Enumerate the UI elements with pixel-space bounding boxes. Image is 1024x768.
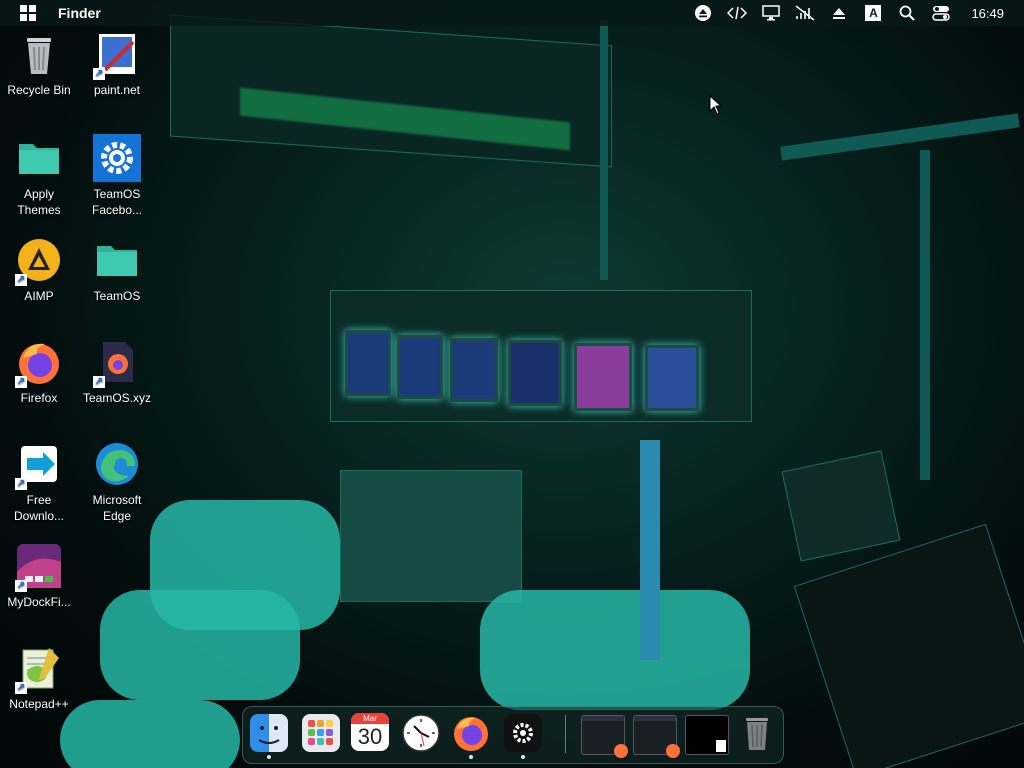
desktop-icon-label: Microsoft Edge [92, 493, 142, 523]
aimp-icon: ↗ [15, 236, 63, 286]
firefox-icon[interactable] [451, 713, 491, 759]
window-thumbnail-1[interactable] [581, 715, 628, 758]
desktop-icon-firefox[interactable]: ↗ Firefox [2, 338, 76, 406]
desktop-icon-free-download[interactable]: ↗ Free Downlo... [2, 440, 76, 524]
shortcut-arrow-icon: ↗ [15, 376, 27, 388]
shortcut-arrow-icon: ↗ [15, 580, 27, 592]
desktop-icon-label: MyDockFi... [7, 595, 71, 609]
shortcut-arrow-icon: ↗ [93, 68, 105, 80]
desktop-icon-label: AIMP [24, 289, 54, 303]
desktop-icon-aimp[interactable]: ↗ AIMP [2, 236, 76, 304]
mydockfinder-icon: ↗ [15, 542, 63, 592]
firefox-icon: ↗ [15, 338, 63, 388]
desktop-icon-mydockfinder[interactable]: ↗ MyDockFi... [2, 542, 76, 610]
keyboard-layout-icon[interactable]: A [863, 3, 883, 23]
window-thumbnail-3[interactable] [685, 715, 729, 755]
desktop-icon-label: TeamOS Facebo... [91, 187, 143, 217]
menu-bar: Finder A 16:49 [0, 0, 1024, 26]
settings-gear-icon [93, 134, 141, 182]
document-badge-icon [716, 740, 726, 752]
windows-logo-icon[interactable] [20, 5, 36, 21]
folder-icon [15, 134, 63, 182]
firefox-badge-icon [614, 744, 628, 758]
running-indicator [469, 755, 473, 759]
running-indicator [267, 755, 271, 759]
upload-icon[interactable] [829, 3, 849, 23]
desktop-icon-label: Free Downlo... [13, 493, 65, 523]
running-indicator [521, 755, 525, 759]
active-app-name[interactable]: Finder [58, 5, 101, 21]
finder-icon[interactable] [249, 713, 289, 759]
paint-net-icon: ↗ [93, 30, 141, 80]
firefox-badge-icon [666, 744, 680, 758]
desktop-icon-recycle-bin[interactable]: Recycle Bin [2, 30, 76, 98]
desktop-icon-label: Recycle Bin [7, 83, 71, 97]
desktop-icon-paint-net[interactable]: ↗ paint.net [80, 30, 154, 98]
desktop-icon-label: Notepad++ [9, 697, 69, 711]
download-manager-icon: ↗ [15, 440, 63, 490]
edge-icon [93, 440, 141, 488]
eject-icon[interactable] [693, 3, 713, 23]
firefox-document-icon: ↗ [93, 338, 141, 388]
desktop-icon-teamos-facebook[interactable]: TeamOS Facebo... [80, 134, 154, 218]
clock-time[interactable]: 16:49 [971, 6, 1004, 21]
desktop-icon-label: Firefox [20, 391, 58, 405]
desktop-icon-microsoft-edge[interactable]: Microsoft Edge [80, 440, 154, 524]
launchpad-icon[interactable] [301, 713, 341, 753]
notepad-plus-plus-icon: ↗ [15, 644, 63, 694]
mouse-cursor-icon [709, 94, 723, 120]
shortcut-arrow-icon: ↗ [93, 376, 105, 388]
desktop-icon-label: Apply Themes [17, 187, 61, 217]
display-icon[interactable] [761, 3, 781, 23]
desktop-icon-notepad-plus-plus[interactable]: ↗ Notepad++ [2, 644, 76, 712]
settings-icon[interactable] [503, 713, 543, 759]
calendar-icon[interactable]: Mar 30 [351, 713, 391, 753]
desktop-icon-label: TeamOS [93, 289, 141, 303]
desktop-icon-label: TeamOS.xyz [82, 391, 151, 405]
desktop-icon-teamos-xyz[interactable]: ↗ TeamOS.xyz [80, 338, 154, 406]
trash-icon[interactable] [737, 713, 777, 753]
keyboard-layout-letter: A [865, 5, 882, 21]
shortcut-arrow-icon: ↗ [15, 682, 27, 694]
desktop-icon-teamos[interactable]: TeamOS [80, 236, 154, 304]
desktop-icon-apply-themes[interactable]: Apply Themes [2, 134, 76, 218]
window-thumbnail-2[interactable] [633, 715, 680, 758]
code-icon[interactable] [727, 3, 748, 23]
calendar-month: Mar [351, 713, 389, 724]
shortcut-arrow-icon: ↗ [15, 274, 27, 286]
recycle-bin-icon [15, 30, 63, 78]
clock-icon[interactable] [401, 713, 441, 753]
shortcut-arrow-icon: ↗ [15, 478, 27, 490]
control-center-icon[interactable] [931, 3, 951, 23]
dock: Mar 30 [242, 706, 784, 764]
search-icon[interactable] [897, 3, 917, 23]
mute-icon[interactable] [795, 3, 815, 23]
desktop-icon-label: paint.net [93, 83, 141, 97]
folder-icon [93, 236, 141, 284]
calendar-day: 30 [357, 724, 383, 749]
dock-separator [565, 715, 566, 753]
